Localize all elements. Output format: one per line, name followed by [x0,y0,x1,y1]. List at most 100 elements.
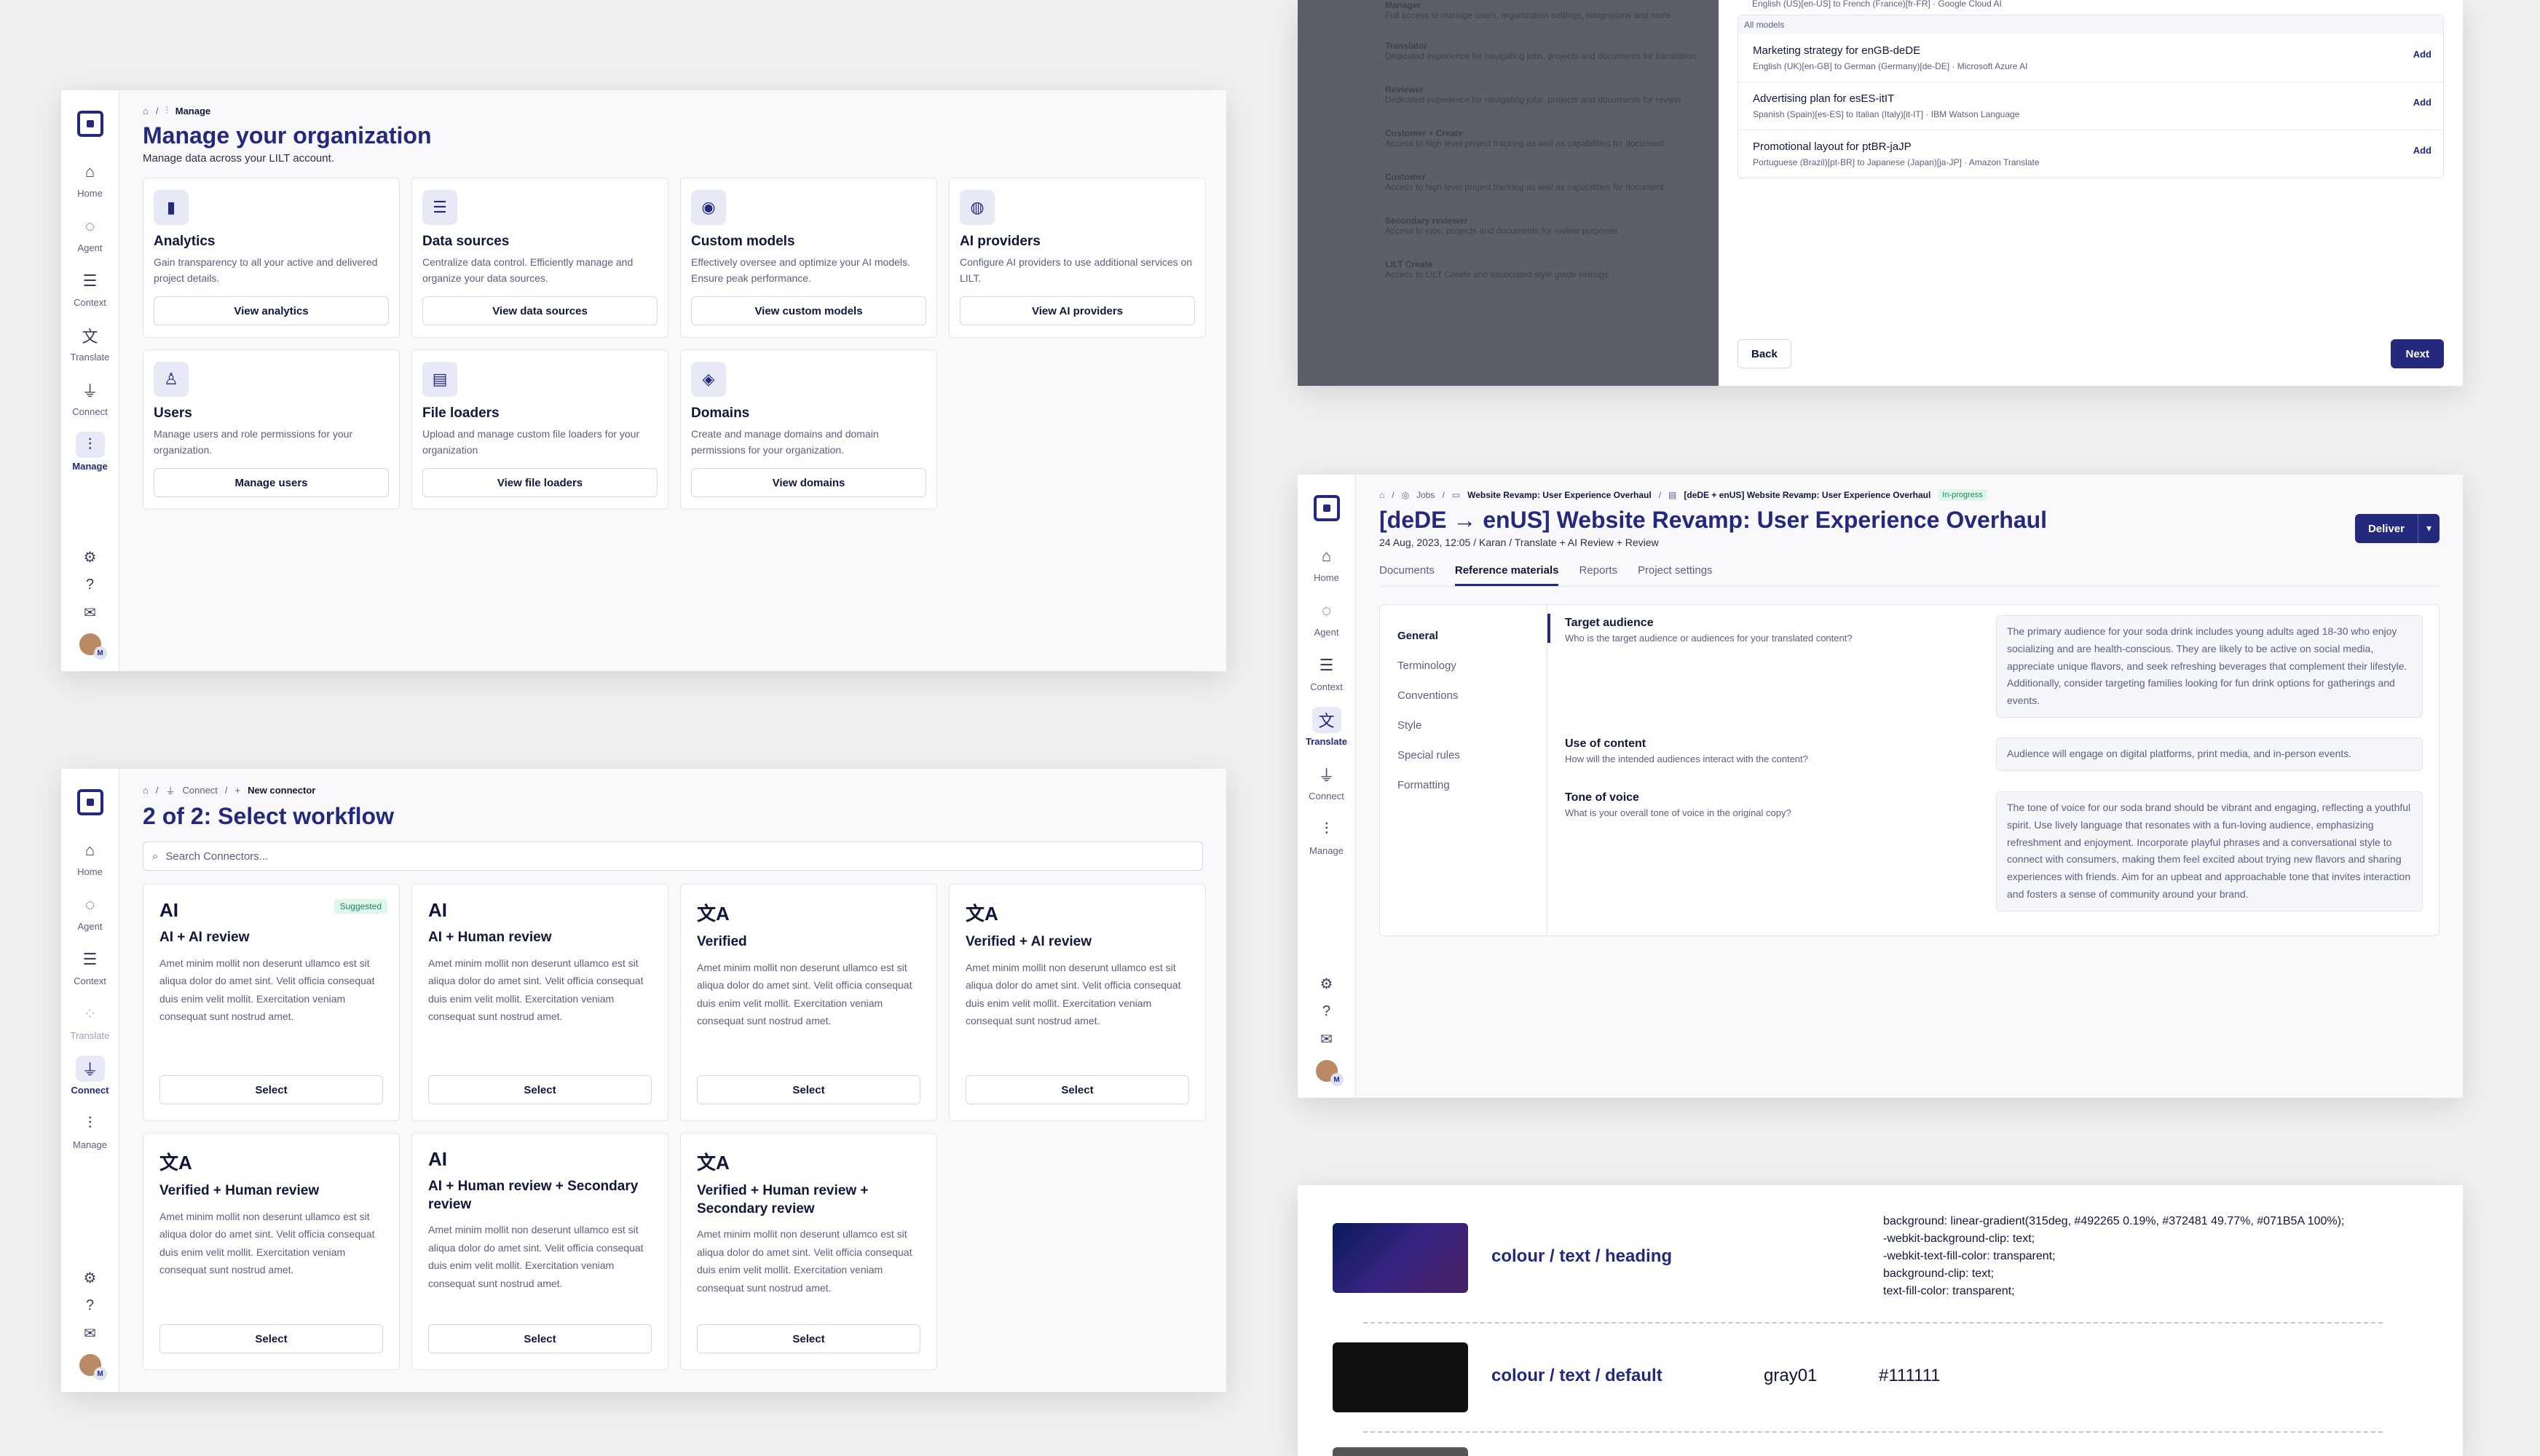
nav-context[interactable]: ☰ Context [68,268,112,308]
nav-agent[interactable]: ◌ Agent [68,892,112,932]
workflow-card: 文A Verified + Human review Amet minim moll… [143,1133,400,1370]
plug-icon: ⏚ [75,1056,105,1082]
avatar[interactable] [1314,1059,1344,1086]
card-title: Analytics [154,234,216,249]
select-button[interactable]: Select [159,1324,383,1353]
model-row[interactable]: Promotional layout for ptBR-jaJP Portugue… [1738,130,2443,178]
chevron-down-icon[interactable]: ▾ [2418,514,2440,543]
avatar[interactable] [77,1353,107,1380]
nav-translate[interactable]: 文 Translate [68,323,112,363]
avatar[interactable] [77,632,107,660]
nav-connect[interactable]: ⏚ Connect [68,377,112,417]
home-icon[interactable]: ⌂ [143,785,149,796]
tab-documents[interactable]: Documents [1379,564,1435,586]
card-title: AI providers [960,234,1041,249]
nav-manage[interactable]: ⫶ Manage [68,432,112,472]
nav-context[interactable]: ☰ Context [1305,652,1349,692]
select-button[interactable]: Select [966,1075,1189,1104]
model-row[interactable]: Marketing strategy for enGB-deDE English … [1738,34,2443,82]
nav-manage[interactable]: ⫶ Manage [68,1110,112,1150]
page-title: [deDE → enUS] Website Revamp: User Exper… [1379,507,2048,533]
tab-reference-materials[interactable]: Reference materials [1454,564,1559,586]
back-button[interactable]: Back [1738,339,1791,368]
view-custom-models-button[interactable]: View custom models [691,296,926,325]
nav-translate[interactable]: 文 Translate [1305,707,1349,747]
select-button[interactable]: Select [159,1075,383,1104]
answer-field[interactable]: Audience will engage on digital platform… [1996,737,2423,771]
side-terminology[interactable]: Terminology [1380,651,1547,681]
user-icon: ♙ [154,362,189,397]
colors-panel: colour / text / heading background: line… [1298,1185,2463,1456]
nav-agent[interactable]: ◌ Agent [68,213,112,253]
home-icon[interactable]: ⌂ [1379,490,1384,500]
workflow-desc: Amet minim mollit non deserunt ullamco e… [697,1228,912,1294]
view-data-sources-button[interactable]: View data sources [422,296,658,325]
role-title: Translator [1385,41,1428,51]
add-button[interactable]: Add [2413,97,2431,108]
sliders-icon: ⫶ [165,105,168,116]
view-file-loaders-button[interactable]: View file loaders [422,468,658,497]
lilt-logo[interactable] [76,111,103,137]
model-row[interactable]: Advertising plan for esES-itIT Spanish (S… [1738,82,2443,130]
nav-home[interactable]: ⌂ Home [1305,543,1349,583]
side-general[interactable]: General [1380,621,1547,651]
reference-questions: Target audience Who is the target audienc… [1547,605,2439,935]
add-button[interactable]: Add [2413,145,2431,156]
gear-icon[interactable]: ⚙ [84,1269,97,1287]
view-analytics-button[interactable]: View analytics [154,296,389,325]
nav-connect[interactable]: ⏚ Connect [1305,761,1349,802]
lilt-logo[interactable] [76,789,103,815]
question: Use of content How will the intended audi… [1565,737,1808,764]
nav-translate[interactable]: ⁘ Translate [68,1001,112,1041]
layers-icon: ◈ [691,362,726,397]
nav-manage[interactable]: ⫶ Manage [1305,816,1349,856]
dialog-panel: Manager Full access to manage users, orga… [1298,0,2463,386]
help-icon[interactable]: ? [86,577,94,593]
breadcrumb: ⌂ / ⫶ Manage [143,105,211,116]
home-icon[interactable]: ⌂ [143,106,149,116]
lilt-logo[interactable] [1313,495,1340,521]
translate-icon: 文A [966,903,998,925]
folder-icon: ▭ [1451,490,1461,500]
nav-home[interactable]: ⌂ Home [68,837,112,877]
view-domains-button[interactable]: View domains [691,468,926,497]
gear-icon[interactable]: ⚙ [1320,975,1333,993]
database-icon: ☰ [1319,656,1334,674]
crumb-manage[interactable]: Manage [175,106,210,116]
side-conventions[interactable]: Conventions [1380,681,1547,711]
crumb-connect[interactable]: Connect [183,785,218,796]
side-special-rules[interactable]: Special rules [1380,740,1547,770]
search-box[interactable]: ⌕ Search Connectors... [143,842,1203,871]
next-button[interactable]: Next [2391,339,2444,368]
workflow-card: AI AI + Human review Amet minim mollit non… [411,884,668,1121]
select-button[interactable]: Select [697,1075,920,1104]
answer-field[interactable]: The primary audience for your soda drink… [1996,615,2423,718]
sliders-icon: ⫶ [75,432,105,458]
view-ai-providers-button[interactable]: View AI providers [960,296,1195,325]
inbox-icon[interactable]: ✉ [84,1324,96,1342]
select-button[interactable]: Select [697,1324,920,1353]
nav-connect[interactable]: ⏚ Connect [68,1056,112,1096]
select-button[interactable]: Select [428,1075,652,1104]
inbox-icon[interactable]: ✉ [1320,1030,1333,1048]
nav-context[interactable]: ☰ Context [68,946,112,986]
side-style[interactable]: Style [1380,711,1547,740]
crumb-job[interactable]: Website Revamp: User Experience Overhaul [1467,490,1652,500]
tab-project-settings[interactable]: Project settings [1638,564,1713,586]
help-icon[interactable]: ? [86,1297,94,1314]
manage-users-button[interactable]: Manage users [154,468,389,497]
inbox-icon[interactable]: ✉ [84,604,96,622]
nav-home[interactable]: ⌂ Home [68,159,112,199]
workflow-title: AI + Human review + Secondary review [428,1179,639,1212]
side-formatting[interactable]: Formatting [1380,770,1547,800]
gear-icon[interactable]: ⚙ [84,548,97,566]
deliver-button[interactable]: Deliver [2354,514,2418,543]
nav-agent[interactable]: ◌ Agent [1305,598,1349,638]
crumb-jobs[interactable]: Jobs [1416,490,1435,500]
search-input[interactable]: Search Connectors... [165,850,268,863]
select-button[interactable]: Select [428,1324,652,1353]
add-button[interactable]: Add [2413,49,2431,60]
tab-reports[interactable]: Reports [1579,564,1617,586]
help-icon[interactable]: ? [1322,1003,1330,1020]
answer-field[interactable]: The tone of voice for our soda brand sho… [1996,791,2423,911]
